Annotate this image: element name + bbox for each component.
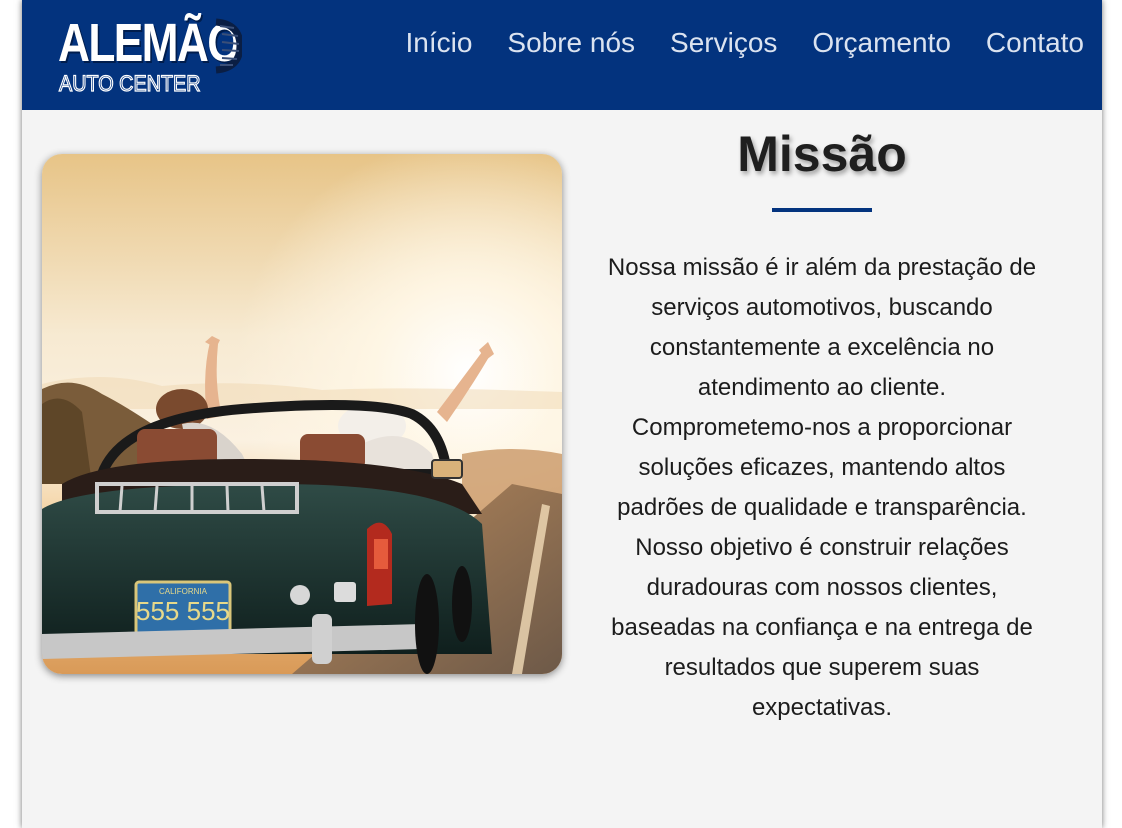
logo-sub-text: AUTO CENTER	[58, 71, 201, 96]
mission-title: Missão	[737, 126, 907, 182]
title-divider	[772, 208, 872, 212]
mission-text: Nossa missão é ir além da prestação de s…	[607, 254, 1037, 721]
nav-link-contato[interactable]: Contato	[986, 22, 1084, 64]
page-container: ALEMÃO AUTO CENTER Início Sobre nós Serv…	[22, 0, 1102, 828]
tire-icon	[215, 18, 242, 74]
plate-number: 555 555	[136, 596, 230, 626]
convertible-car-photo: CALIFORNIA 555 555	[42, 154, 562, 674]
nav-link-sobre-nos[interactable]: Sobre nós	[507, 22, 635, 64]
nav-link-inicio[interactable]: Início	[405, 22, 472, 64]
main-nav: Início Sobre nós Serviços Orçamento Cont…	[405, 22, 1084, 64]
plate-state: CALIFORNIA	[159, 587, 208, 596]
nav-link-servicos[interactable]: Serviços	[670, 22, 777, 64]
mission-image: CALIFORNIA 555 555	[42, 154, 562, 674]
nav-link-orcamento[interactable]: Orçamento	[812, 22, 951, 64]
navbar: ALEMÃO AUTO CENTER Início Sobre nós Serv…	[22, 0, 1102, 110]
site-logo[interactable]: ALEMÃO AUTO CENTER	[58, 12, 242, 98]
